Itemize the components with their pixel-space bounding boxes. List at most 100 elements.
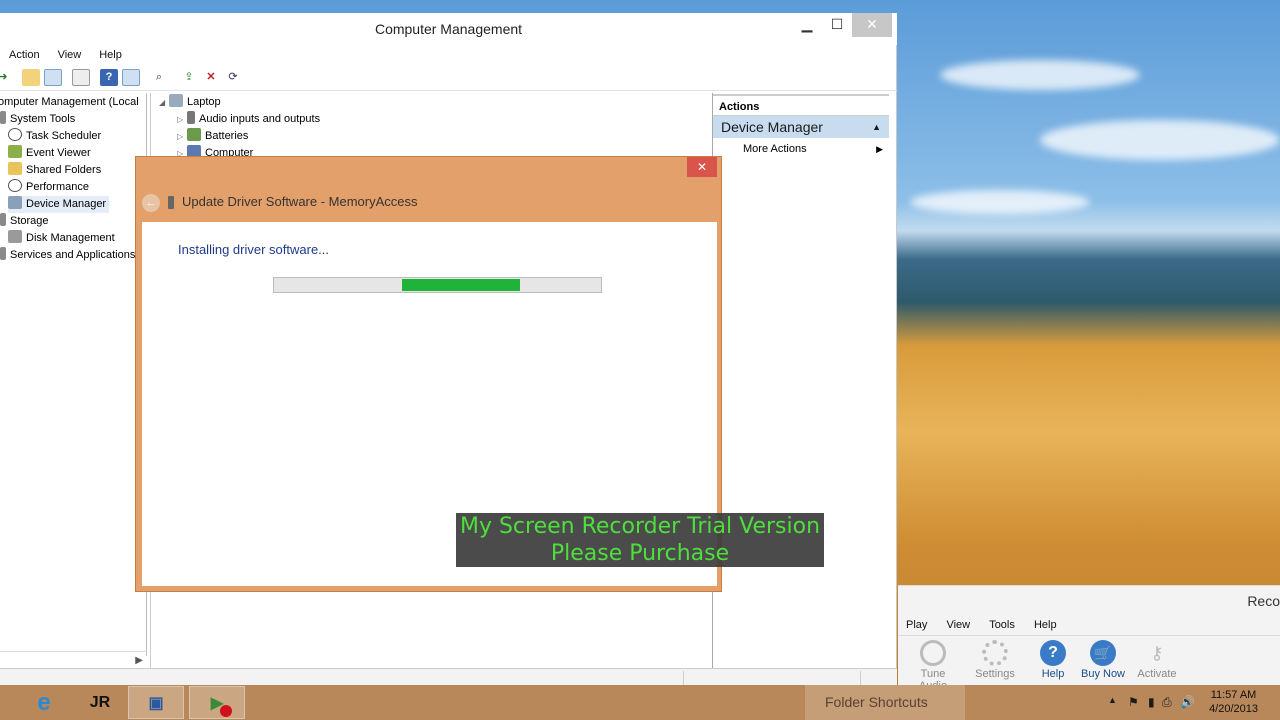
scan-hardware-icon[interactable]: ⌕ bbox=[150, 69, 168, 86]
battery-icon[interactable]: ▮ bbox=[1148, 695, 1155, 709]
tree-item-event-viewer[interactable]: Event Viewer bbox=[8, 145, 91, 162]
show-hidden-icons-icon[interactable]: ▲ bbox=[1108, 695, 1117, 705]
device-root-laptop[interactable]: ◢ Laptop bbox=[159, 94, 221, 111]
actions-header: Actions bbox=[713, 94, 889, 116]
expand-icon[interactable]: ▷ bbox=[177, 111, 187, 128]
recorder-menu-view[interactable]: View bbox=[938, 615, 978, 635]
help-icon[interactable]: ? bbox=[100, 69, 118, 86]
actions-device-manager[interactable]: Device Manager ▲ bbox=[713, 116, 889, 138]
key-icon: ⚷ bbox=[1150, 643, 1164, 663]
back-arrow-icon[interactable]: ← bbox=[142, 193, 160, 212]
progress-fill bbox=[402, 279, 520, 291]
tree-item-system-tools[interactable]: System Tools bbox=[0, 111, 75, 128]
action-pane-icon[interactable] bbox=[122, 69, 140, 86]
menu-action[interactable]: Action bbox=[0, 45, 49, 65]
battery-icon bbox=[187, 128, 201, 141]
up-folder-icon[interactable] bbox=[22, 69, 40, 86]
properties-icon[interactable] bbox=[72, 69, 90, 86]
clock-time: 11:57 AM bbox=[1210, 689, 1257, 701]
device-category-batteries[interactable]: ▷ Batteries bbox=[177, 128, 248, 145]
tree-item-task-scheduler[interactable]: Task Scheduler bbox=[8, 128, 101, 145]
close-button[interactable]: ✕ bbox=[852, 13, 892, 37]
laptop-icon bbox=[169, 94, 183, 107]
tree-item-computer-management[interactable]: omputer Management (Local bbox=[0, 94, 139, 111]
action-center-flag-icon[interactable]: ⚑ bbox=[1128, 695, 1139, 709]
gear-icon bbox=[982, 640, 1008, 666]
internet-explorer-icon: e bbox=[37, 688, 51, 716]
tools-icon bbox=[0, 111, 6, 124]
performance-icon bbox=[8, 179, 22, 192]
tree-item-services-applications[interactable]: Services and Applications bbox=[0, 247, 135, 264]
watermark-line-2: Please Purchase bbox=[550, 541, 730, 566]
navigation-tree: omputer Management (Local System Tools T… bbox=[0, 93, 147, 656]
tree-horizontal-scrollbar[interactable]: ▶ bbox=[0, 651, 147, 668]
scroll-right-icon[interactable]: ▶ bbox=[135, 652, 143, 669]
tree-item-disk-management[interactable]: Disk Management bbox=[8, 230, 115, 247]
help-button[interactable]: ? Help bbox=[1026, 640, 1080, 680]
speaker-icon bbox=[187, 111, 195, 124]
taskbar: e JR ▣ ▶ Folder Shortcuts ▲ ⚑ ▮ ⎙ 🔊 11:5… bbox=[0, 685, 1280, 720]
actions-pane: Actions Device Manager ▲ More Actions ▶ bbox=[712, 93, 889, 668]
taskbar-computer-management[interactable]: ▣ bbox=[128, 686, 184, 719]
settings-button[interactable]: Settings bbox=[968, 640, 1022, 680]
event-viewer-icon bbox=[8, 145, 22, 158]
install-progress-bar bbox=[273, 277, 602, 293]
window-title: Computer Management bbox=[0, 13, 897, 45]
activate-button[interactable]: ⚷ Activate bbox=[1130, 640, 1184, 680]
headphones-icon bbox=[920, 640, 946, 666]
folder-shortcuts-toolbar[interactable]: Folder Shortcuts bbox=[805, 685, 965, 720]
disk-icon bbox=[8, 230, 22, 243]
recorder-window-title: Reco bbox=[898, 585, 1280, 615]
tree-item-storage[interactable]: Storage bbox=[0, 213, 49, 230]
record-dot-icon bbox=[220, 705, 232, 717]
expand-icon[interactable]: ▷ bbox=[177, 128, 187, 145]
taskbar-screen-recorder[interactable]: ▶ bbox=[189, 686, 245, 719]
taskbar-internet-explorer[interactable]: e bbox=[16, 686, 72, 719]
maximize-button[interactable]: ☐ bbox=[824, 13, 850, 37]
uninstall-icon[interactable]: ✕ bbox=[202, 69, 220, 86]
collapse-caret-icon[interactable]: ▲ bbox=[872, 116, 881, 138]
dialog-close-button[interactable]: ✕ bbox=[687, 157, 717, 177]
recorder-menu-tools[interactable]: Tools bbox=[981, 615, 1023, 635]
device-category-audio[interactable]: ▷ Audio inputs and outputs bbox=[177, 111, 320, 128]
shared-folder-icon bbox=[8, 162, 22, 175]
cart-icon: 🛒 bbox=[1090, 640, 1116, 666]
forward-icon[interactable]: ➜ bbox=[0, 69, 12, 86]
update-driver-icon[interactable]: ⇪ bbox=[180, 69, 198, 86]
clock-date: 4/20/2013 bbox=[1209, 703, 1258, 715]
show-hide-tree-icon[interactable] bbox=[44, 69, 62, 86]
dialog-title: ← Update Driver Software - MemoryAccess bbox=[142, 190, 418, 214]
tree-item-device-manager[interactable]: Device Manager bbox=[8, 196, 110, 213]
enable-device-icon[interactable]: ⟳ bbox=[224, 69, 242, 86]
network-icon[interactable]: ⎙ bbox=[1162, 695, 1172, 710]
recorder-menu-help[interactable]: Help bbox=[1026, 615, 1065, 635]
minimize-button[interactable]: ▁ bbox=[794, 13, 820, 37]
services-icon bbox=[0, 247, 6, 260]
tree-item-performance[interactable]: Performance bbox=[8, 179, 89, 196]
clock[interactable]: 11:57 AM 4/20/2013 bbox=[1209, 688, 1258, 716]
storage-icon bbox=[0, 213, 6, 226]
device-manager-icon bbox=[8, 196, 22, 209]
menu-view[interactable]: View bbox=[49, 45, 91, 65]
usb-device-icon bbox=[168, 196, 174, 210]
computer-management-icon: ▣ bbox=[148, 694, 164, 712]
system-tray: ▲ ⚑ ▮ ⎙ 🔊 11:57 AM 4/20/2013 bbox=[1100, 685, 1280, 720]
watermark-line-1: My Screen Recorder Trial Version bbox=[459, 514, 821, 539]
menu-bar: Action View Help bbox=[0, 45, 897, 65]
actions-more-actions[interactable]: More Actions ▶ bbox=[713, 138, 889, 160]
collapse-icon[interactable]: ◢ bbox=[159, 94, 169, 111]
recorder-toolbar: Tune Audio Settings ?Help 🛒Buy Now ⚷Acti… bbox=[898, 635, 1280, 692]
buy-now-button[interactable]: 🛒 Buy Now bbox=[1076, 640, 1130, 680]
recorder-menu-play[interactable]: Play bbox=[898, 615, 935, 635]
jr-app-icon: JR bbox=[89, 693, 111, 711]
volume-icon[interactable]: 🔊 bbox=[1180, 695, 1195, 709]
tree-item-shared-folders[interactable]: Shared Folders bbox=[8, 162, 101, 179]
clock-icon bbox=[8, 128, 22, 141]
install-status-text: Installing driver software... bbox=[178, 242, 330, 257]
submenu-arrow-icon: ▶ bbox=[876, 144, 883, 154]
menu-help[interactable]: Help bbox=[90, 45, 131, 65]
taskbar-jr-app[interactable]: JR bbox=[72, 686, 128, 719]
help-icon: ? bbox=[1040, 640, 1066, 666]
recorder-watermark: My Screen Recorder Trial Version Please … bbox=[456, 513, 824, 567]
toolbar: ➜ ? ⌕ ⇪ ✕ ⟳ bbox=[0, 65, 897, 91]
